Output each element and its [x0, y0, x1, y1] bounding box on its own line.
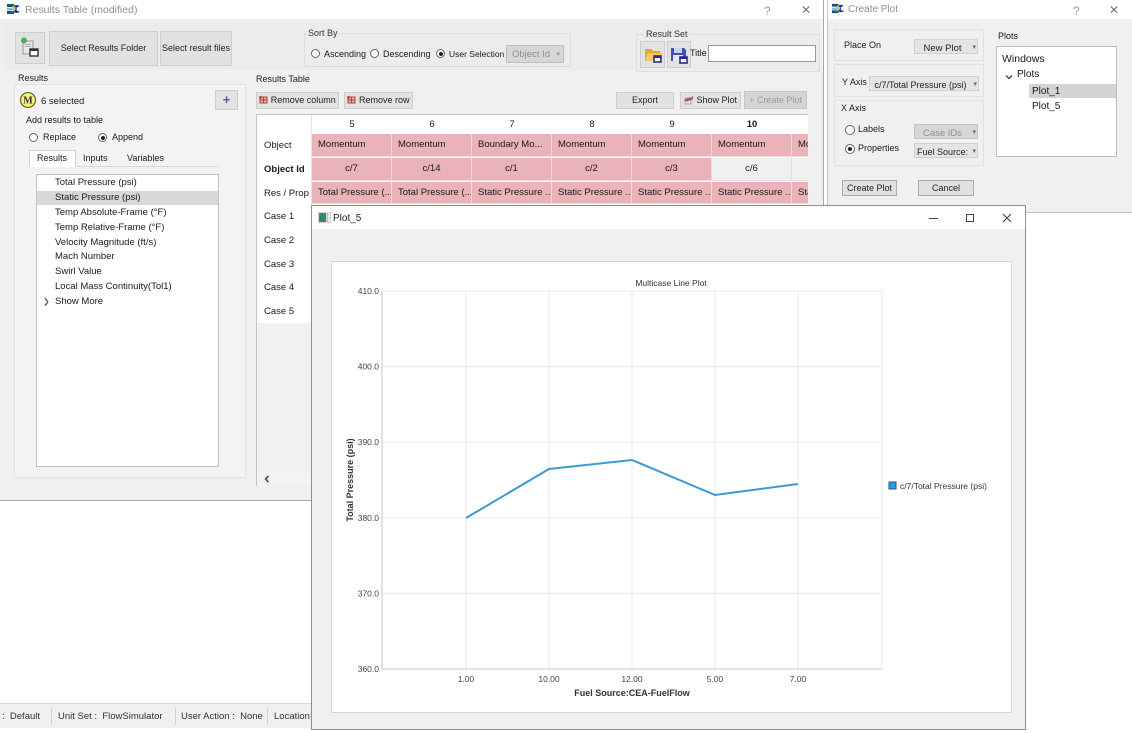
svg-text:1.00: 1.00	[458, 674, 475, 684]
svg-text:c/7/Total Pressure (psi): c/7/Total Pressure (psi)	[900, 481, 987, 491]
svg-text:5.00: 5.00	[707, 674, 724, 684]
svg-text:M: M	[23, 96, 33, 107]
svg-text:12.00: 12.00	[621, 674, 643, 684]
svg-text:400.0: 400.0	[358, 362, 380, 372]
svg-text:Multicase Line Plot: Multicase Line Plot	[635, 278, 707, 288]
svg-text:390.0: 390.0	[358, 437, 380, 447]
svg-text:370.0: 370.0	[358, 588, 380, 598]
svg-text:x: x	[259, 95, 262, 101]
svg-text:360.0: 360.0	[358, 664, 380, 674]
svg-text:10.00: 10.00	[538, 674, 560, 684]
svg-text:x: x	[347, 95, 350, 101]
svg-text:410.0: 410.0	[358, 286, 380, 296]
svg-text:7.00: 7.00	[790, 674, 807, 684]
svg-text:Total Pressure (psi): Total Pressure (psi)	[345, 438, 355, 521]
svg-text:380.0: 380.0	[358, 513, 380, 523]
svg-text:Fuel Source:CEA-FuelFlow: Fuel Source:CEA-FuelFlow	[574, 688, 691, 698]
